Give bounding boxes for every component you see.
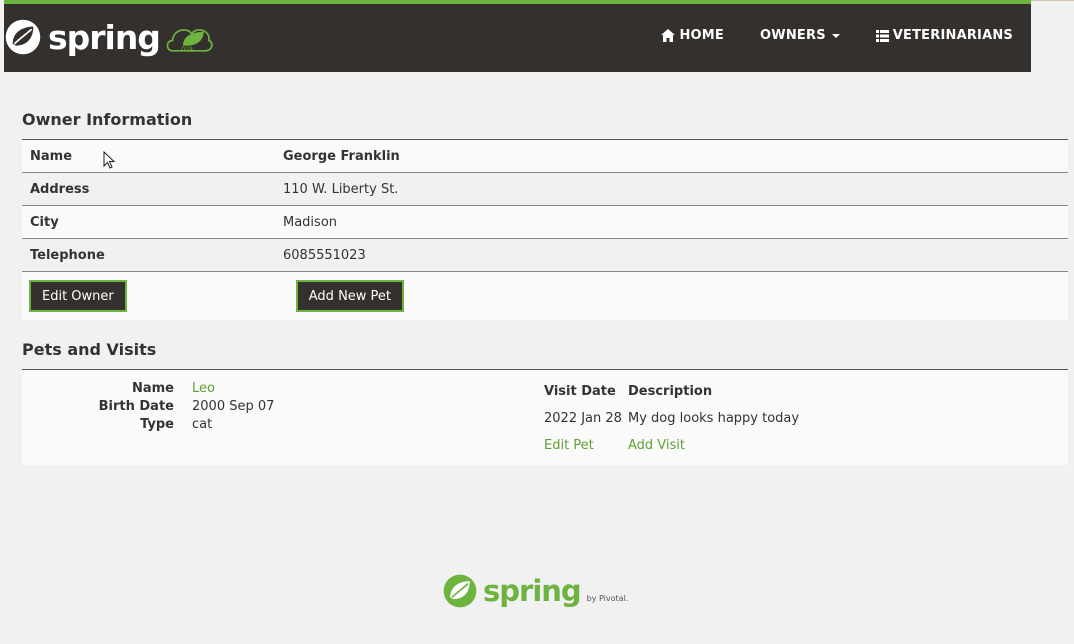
nav-owners[interactable]: OWNERS xyxy=(760,28,840,43)
home-icon xyxy=(661,29,676,42)
brand-text: spring xyxy=(47,17,161,57)
owner-value: 110 W. Liberty St. xyxy=(283,181,399,197)
pet-name-line: Name Leo xyxy=(22,379,274,397)
nav-menu: HOME OWNERS VETERINARIANS xyxy=(661,28,1013,43)
spring-leaf-icon xyxy=(5,19,41,55)
brand-logo[interactable]: spring 019 xyxy=(4,12,214,62)
caret-down-icon xyxy=(831,33,840,38)
owner-label: Name xyxy=(30,148,73,164)
mouse-cursor-icon xyxy=(103,151,115,169)
nav-home-label: HOME xyxy=(679,28,725,43)
pets-visits-title: Pets and Visits xyxy=(22,340,157,359)
pet-name-link[interactable]: Leo xyxy=(192,381,215,396)
owner-row-name: Name George Franklin xyxy=(22,140,1068,173)
visit-description-header: Description xyxy=(628,383,713,399)
owner-label: Telephone xyxy=(30,247,105,263)
nav-veterinarians[interactable]: VETERINARIANS xyxy=(875,28,1013,43)
add-visit-link[interactable]: Add Visit xyxy=(628,438,685,453)
owner-value: 6085551023 xyxy=(283,247,366,263)
owner-info-table: Name George Franklin Address 110 W. Libe… xyxy=(22,139,1068,320)
footer-brand-text: spring xyxy=(483,574,582,608)
pet-type-value: cat xyxy=(192,416,213,432)
nav-home[interactable]: HOME xyxy=(661,28,724,43)
nav-owners-label: OWNERS xyxy=(760,28,826,43)
edit-owner-button[interactable]: Edit Owner xyxy=(29,280,127,312)
navbar: spring 019 HOME OWNERS VETERINARIANS xyxy=(4,0,1031,72)
pet-name-label: Name xyxy=(131,380,174,396)
visit-date-header: Visit Date xyxy=(544,383,616,399)
cloud-badge-text: 019 xyxy=(181,46,193,53)
spring-leaf-icon xyxy=(443,574,477,608)
add-new-pet-button[interactable]: Add New Pet xyxy=(295,280,405,312)
visit-actions: Edit Pet Add Visit xyxy=(544,436,799,454)
pet-birth-value: 2000 Sep 07 xyxy=(192,398,275,414)
nav-vets-label: VETERINARIANS xyxy=(892,28,1013,43)
pet-entry: Name Leo Birth Date 2000 Sep 07 Type cat… xyxy=(22,369,1068,465)
visits-table: Visit Date Description 2022 Jan 28 My do… xyxy=(544,382,799,454)
visit-date: 2022 Jan 28 xyxy=(544,410,622,426)
cloud-badge-icon: 019 xyxy=(166,29,213,53)
pet-type-line: Type cat xyxy=(22,415,274,433)
list-icon xyxy=(875,29,889,42)
top-border-line xyxy=(1031,0,1074,1)
owner-value: George Franklin xyxy=(283,148,400,164)
owner-label: Address xyxy=(30,181,90,197)
owner-row-city: City Madison xyxy=(22,206,1068,239)
pet-birth-line: Birth Date 2000 Sep 07 xyxy=(22,397,275,415)
pet-birth-label: Birth Date xyxy=(98,398,174,414)
pet-details: Name Leo Birth Date 2000 Sep 07 Type cat xyxy=(22,379,275,433)
visit-description: My dog looks happy today xyxy=(628,410,800,426)
pet-type-label: Type xyxy=(140,416,174,432)
owner-label: City xyxy=(30,214,59,230)
owner-actions: Edit Owner Add New Pet xyxy=(22,272,1068,320)
footer-by-text: by Pivotal. xyxy=(586,593,629,603)
footer-logo: spring by Pivotal. xyxy=(442,573,628,609)
owner-row-telephone: Telephone 6085551023 xyxy=(22,239,1068,272)
owner-row-address: Address 110 W. Liberty St. xyxy=(22,173,1068,206)
visit-row: 2022 Jan 28 My dog looks happy today xyxy=(544,409,799,427)
visits-header: Visit Date Description xyxy=(544,382,799,400)
owner-info-title: Owner Information xyxy=(22,110,193,129)
edit-pet-link[interactable]: Edit Pet xyxy=(544,438,628,453)
owner-value: Madison xyxy=(283,214,338,230)
